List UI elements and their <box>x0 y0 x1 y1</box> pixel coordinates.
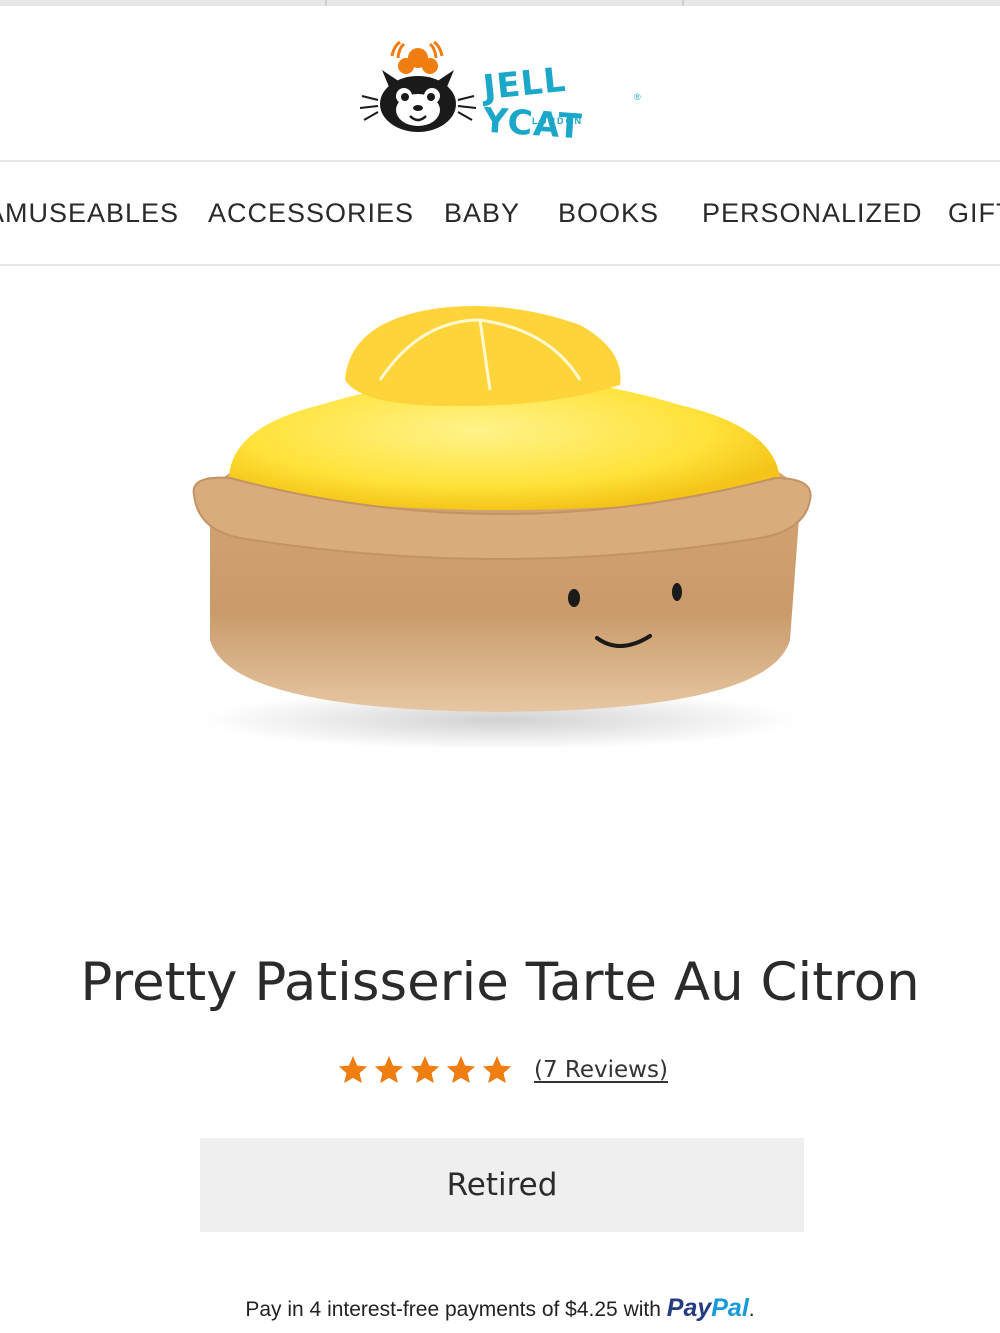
paypal-installments-message: Pay in 4 interest-free payments of $4.25… <box>0 1294 1000 1323</box>
paypal-logo-pay: Pay <box>666 1294 712 1322</box>
brand-wordmark: JELLYCAT <box>481 60 648 148</box>
retired-status-button[interactable]: Retired <box>200 1138 804 1232</box>
nav-item-accessories[interactable]: ACCESSORIES <box>208 198 414 229</box>
reviews-link[interactable]: (7 Reviews) <box>534 1057 668 1083</box>
star-icon <box>410 1055 440 1084</box>
paypal-logo-pal: Pal <box>711 1294 749 1322</box>
star-icon <box>446 1055 476 1084</box>
installment-suffix: . <box>748 1298 755 1321</box>
cat-mascot-icon <box>359 40 477 132</box>
star-icon <box>338 1055 368 1084</box>
nav-item-baby[interactable]: BABY <box>444 198 520 229</box>
nav-item-books[interactable]: BOOKS <box>558 198 659 229</box>
product-title: Pretty Patisserie Tarte Au Citron <box>80 952 920 1013</box>
site-header: JELLYCAT ® LONDON <box>0 6 1000 162</box>
nav-item-amuseables[interactable]: AMUSEABLES <box>0 198 179 229</box>
jellycat-logo[interactable]: JELLYCAT ® LONDON <box>358 36 648 147</box>
star-rating <box>336 1053 514 1087</box>
nav-item-gifts[interactable]: GIFTS <box>948 198 1000 229</box>
paypal-logo[interactable]: PayPal <box>667 1294 749 1322</box>
product-rating: (7 Reviews) <box>336 1052 668 1088</box>
brand-subtitle: LONDON <box>532 116 583 126</box>
nav-item-personalized[interactable]: PERSONALIZED <box>702 198 923 229</box>
category-nav: AMUSEABLES ACCESSORIES BABY BOOKS PERSON… <box>0 162 1000 266</box>
star-icon <box>482 1055 512 1084</box>
product-image <box>192 306 812 750</box>
installment-text: Pay in 4 interest-free payments of $4.25… <box>245 1298 661 1321</box>
registered-mark: ® <box>634 92 641 102</box>
status-label: Retired <box>446 1167 558 1203</box>
star-icon <box>374 1055 404 1084</box>
